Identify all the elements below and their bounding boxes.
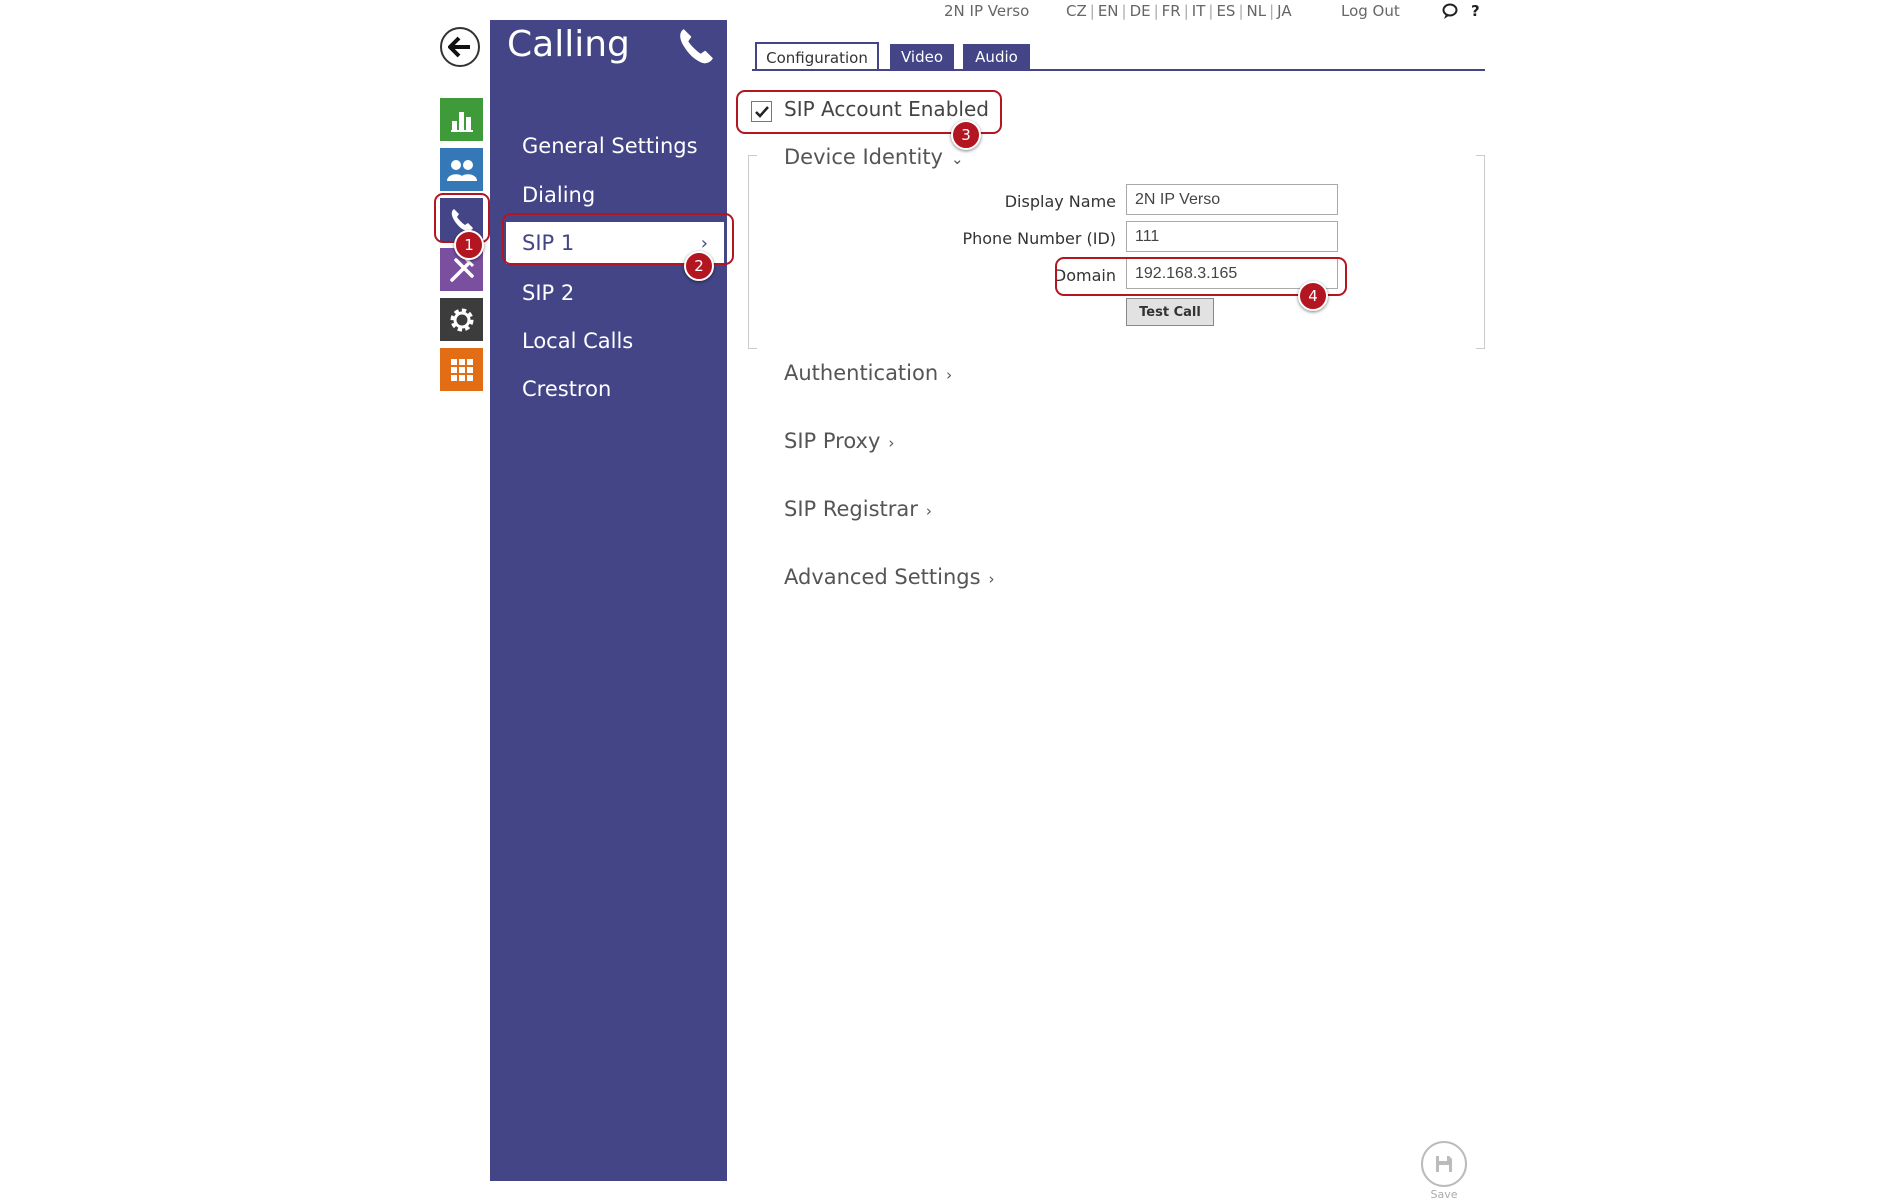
users-icon xyxy=(446,159,477,181)
help-link[interactable]: ? xyxy=(1471,2,1480,24)
lang-nl[interactable]: NL xyxy=(1247,2,1267,20)
lang-es[interactable]: ES xyxy=(1216,2,1235,20)
lang-de[interactable]: DE xyxy=(1130,2,1151,20)
phone-number-label: Phone Number (ID) xyxy=(962,229,1116,248)
display-name-label: Display Name xyxy=(1004,192,1116,211)
chevron-right-icon: › xyxy=(988,570,995,588)
menu-item-dialing[interactable]: Dialing xyxy=(522,183,595,207)
lang-cz[interactable]: CZ xyxy=(1066,2,1087,20)
phone-icon xyxy=(676,26,716,70)
display-name-input[interactable] xyxy=(1126,184,1338,215)
lang-it[interactable]: IT xyxy=(1192,2,1206,20)
phone-number-input[interactable] xyxy=(1126,221,1338,252)
lang-separator: | xyxy=(1238,2,1244,20)
status-module-button[interactable] xyxy=(440,98,483,141)
services-module-button[interactable] xyxy=(440,348,483,391)
menu-item-general-settings[interactable]: General Settings xyxy=(522,134,698,158)
callout-badge-1: 1 xyxy=(454,230,484,260)
section-title: Authentication xyxy=(784,361,939,385)
lang-separator: | xyxy=(1183,2,1189,20)
save-button[interactable] xyxy=(1421,1141,1467,1187)
directory-module-button[interactable] xyxy=(440,148,483,191)
device-name: 2N IP Verso xyxy=(944,2,1030,20)
system-module-button[interactable] xyxy=(440,298,483,341)
tab-configuration[interactable]: Configuration xyxy=(755,42,879,71)
menu-item-sip-2[interactable]: SIP 2 xyxy=(522,281,574,305)
floppy-disk-icon xyxy=(1436,1156,1452,1172)
gear-icon xyxy=(450,308,473,331)
bar-chart-icon xyxy=(450,111,473,132)
grid-icon xyxy=(450,358,473,381)
menu-item-local-calls[interactable]: Local Calls xyxy=(522,329,633,353)
section-advanced-settings[interactable]: Advanced Settings › xyxy=(784,565,995,589)
tab-audio[interactable]: Audio xyxy=(963,44,1030,69)
section-authentication[interactable]: Authentication › xyxy=(784,361,952,385)
page-title: Calling xyxy=(507,24,630,65)
chevron-right-icon: › xyxy=(888,434,895,452)
lang-separator: | xyxy=(1153,2,1159,20)
chevron-right-icon: › xyxy=(946,366,953,384)
section-sip-proxy[interactable]: SIP Proxy › xyxy=(784,429,894,453)
save-label: Save xyxy=(1430,1188,1458,1201)
callout-badge-4: 4 xyxy=(1298,281,1328,311)
callout-badge-3: 3 xyxy=(951,120,981,150)
language-selector: CZ | EN | DE | FR | IT | ES | NL | JA xyxy=(1066,2,1292,24)
section-title: SIP Registrar xyxy=(784,497,918,521)
fieldset-border-right xyxy=(1476,155,1485,349)
lang-separator: | xyxy=(1121,2,1127,20)
logout-link[interactable]: Log Out xyxy=(1341,2,1400,24)
chevron-down-icon: ⌄ xyxy=(950,150,964,168)
section-title: SIP Proxy xyxy=(784,429,881,453)
chat-icon[interactable] xyxy=(1441,2,1459,20)
lang-fr[interactable]: FR xyxy=(1162,2,1181,20)
menu-item-crestron[interactable]: Crestron xyxy=(522,377,611,401)
callout-badge-2: 2 xyxy=(684,251,714,281)
lang-separator: | xyxy=(1208,2,1214,20)
section-sip-registrar[interactable]: SIP Registrar › xyxy=(784,497,932,521)
test-call-button[interactable]: Test Call xyxy=(1126,298,1214,326)
section-title: Device Identity xyxy=(784,145,943,169)
lang-en[interactable]: EN xyxy=(1098,2,1119,20)
section-title: Advanced Settings xyxy=(784,565,981,589)
back-button[interactable] xyxy=(440,27,480,67)
device-identity-header[interactable]: Device Identity ⌄ xyxy=(784,145,970,169)
tab-underline xyxy=(752,69,1485,71)
lang-separator: | xyxy=(1089,2,1095,20)
arrow-left-icon xyxy=(448,36,470,58)
chevron-right-icon: › xyxy=(925,502,932,520)
tab-video[interactable]: Video xyxy=(890,44,954,69)
lang-separator: | xyxy=(1269,2,1275,20)
fieldset-border-left xyxy=(748,155,757,349)
lang-ja[interactable]: JA xyxy=(1277,2,1291,20)
